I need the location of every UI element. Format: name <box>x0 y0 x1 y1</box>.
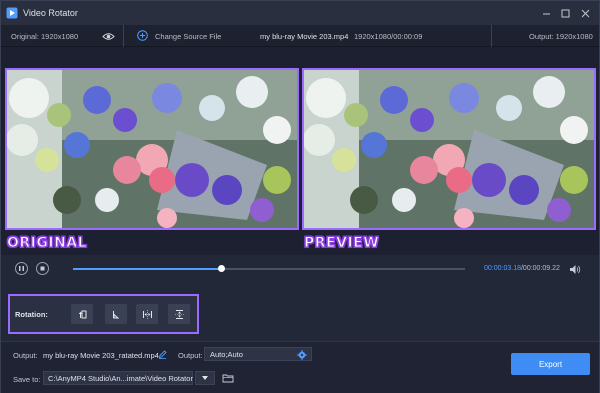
export-button[interactable]: Export <box>511 353 590 375</box>
output-format-value: Auto;Auto <box>210 350 243 359</box>
output-file-name: my blu-ray Movie 203_ratated.mp4 <box>43 351 159 360</box>
preview-video-panel <box>302 68 596 230</box>
folder-icon <box>222 374 234 383</box>
title-bar: Video Rotator <box>1 1 599 25</box>
original-video-panel <box>5 68 299 230</box>
stop-button[interactable] <box>36 262 49 275</box>
pause-button[interactable] <box>15 262 28 275</box>
progress-thumb[interactable] <box>218 265 226 272</box>
flip-horizontal-icon <box>142 309 152 319</box>
player-controls: 00:00:03.18/00:00:09.22 <box>1 255 599 283</box>
rotation-panel: Rotation: <box>8 294 199 334</box>
output-format-field[interactable]: Auto;Auto <box>204 347 312 361</box>
pause-icon <box>19 266 24 271</box>
total-time: /00:00:09.22 <box>520 265 560 272</box>
change-source-button[interactable]: Change Source File <box>155 32 221 41</box>
rotation-label: Rotation: <box>15 310 48 319</box>
save-to-label: Save to: <box>13 375 41 384</box>
add-circle-icon[interactable] <box>137 30 148 41</box>
preview-video-frame <box>304 70 594 228</box>
flip-horizontal-button[interactable] <box>136 304 158 324</box>
volume-icon[interactable] <box>569 264 581 275</box>
output-file-label: Output: <box>13 351 38 360</box>
maximize-icon[interactable] <box>558 6 572 20</box>
output-format-label: Output: <box>178 351 203 360</box>
stop-icon <box>40 266 45 271</box>
video-rotator-window: Video Rotator Original: 1920x1080 Change… <box>0 0 600 393</box>
gear-icon[interactable] <box>297 350 307 360</box>
eye-icon[interactable] <box>102 32 115 41</box>
app-icon <box>6 7 18 19</box>
video-area: ORIGINAL PREVIEW <box>1 47 599 255</box>
chevron-down-icon <box>202 376 208 380</box>
edit-icon[interactable] <box>158 350 167 359</box>
original-label: ORIGINAL <box>6 235 88 252</box>
save-path-field[interactable]: C:\AnyMP4 Studio\An...imate\Video Rotato… <box>43 371 193 385</box>
time-display: 00:00:03.18/00:00:09.22 <box>484 265 560 272</box>
original-resolution: Original: 1920x1080 <box>11 32 79 41</box>
rotate-right-button[interactable] <box>105 304 127 324</box>
save-path-dropdown[interactable] <box>195 371 215 385</box>
tab-divider <box>123 25 124 47</box>
close-icon[interactable] <box>578 6 592 20</box>
source-file-name: my blu-ray Movie 203.mp4 <box>260 32 349 41</box>
save-path-value: C:\AnyMP4 Studio\An...imate\Video Rotato… <box>48 374 193 383</box>
rotate-left-button[interactable] <box>71 304 93 324</box>
output-settings: Output: my blu-ray Movie 203_ratated.mp4… <box>1 341 599 393</box>
flip-vertical-icon <box>174 309 184 319</box>
original-video-frame <box>7 70 297 228</box>
open-folder-button[interactable] <box>220 371 236 385</box>
rotate-right-icon <box>112 310 119 318</box>
source-file-meta: 1920x1080/00:00:09 <box>354 32 423 41</box>
window-title: Video Rotator <box>23 8 78 18</box>
flip-vertical-button[interactable] <box>168 304 190 324</box>
preview-label: PREVIEW <box>303 235 380 252</box>
tab-divider <box>491 25 492 47</box>
info-bar: Original: 1920x1080 Change Source File m… <box>1 25 599 47</box>
output-resolution: Output: 1920x1080 <box>529 32 593 41</box>
minimize-icon[interactable] <box>539 6 553 20</box>
current-time: 00:00:03.18 <box>484 265 521 272</box>
rotate-left-icon <box>78 310 86 318</box>
progress-fill <box>73 268 222 270</box>
progress-slider[interactable] <box>73 265 465 272</box>
